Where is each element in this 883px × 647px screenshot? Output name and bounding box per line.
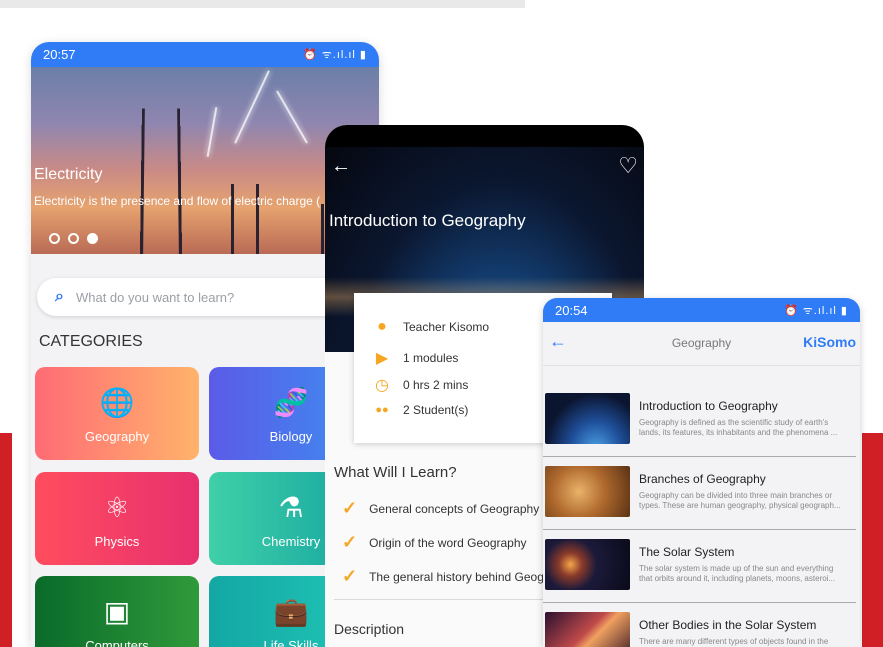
search-placeholder: What do you want to learn?: [75, 289, 235, 305]
topic-list-item[interactable]: Other Bodies in the Solar System There a…: [543, 610, 856, 647]
teacher-name: Teacher Kisomo: [403, 320, 490, 334]
lightning-bolt: [234, 70, 270, 144]
status-time: 20:57: [43, 47, 76, 62]
carousel-dot-active[interactable]: [87, 233, 98, 244]
lightning-bolt: [206, 107, 218, 157]
topic-list-item[interactable]: The Solar System The solar system is mad…: [543, 537, 856, 603]
topic-thumbnail: [545, 612, 630, 647]
status-icons: ⏰ ᯤ.ıl.ıl ▮: [302, 49, 367, 61]
category-label: Geography: [84, 429, 150, 444]
topic-title: Introduction to Geography: [639, 399, 778, 413]
duration-text: 0 hrs 2 mins: [403, 378, 469, 392]
atom-icon: ⚛: [104, 492, 130, 523]
topic-description: Geography can be divided into three main…: [639, 491, 841, 510]
check-icon: ✓: [342, 532, 358, 552]
learn-heading: What Will I Learn?: [334, 464, 457, 481]
course-title: Introduction to Geography: [329, 211, 526, 230]
clock-icon: ◷: [375, 377, 389, 394]
status-time: 20:54: [555, 302, 588, 318]
back-arrow-icon[interactable]: ←: [331, 155, 351, 178]
search-icon: ⌕: [55, 288, 64, 305]
modules-row: ▶ 1 modules: [373, 348, 459, 368]
topic-title: The Solar System: [639, 545, 735, 559]
divider: [543, 456, 856, 457]
learn-item-text: General concepts of Geography: [369, 501, 540, 516]
learn-item: ✓ Origin of the word Geography: [342, 532, 527, 553]
topic-description: The solar system is made up of the sun a…: [639, 564, 836, 583]
learn-item: ✓ The general history behind Geogra: [342, 566, 555, 587]
topic-description: There are many different types of object…: [639, 637, 829, 646]
screenshot-stage: 20:57 ⏰ ᯤ.ıl.ıl ▮ Electricity Electricit…: [0, 0, 883, 647]
category-label: Physics: [94, 534, 140, 549]
phone-topic-list: 20:54 ⏰ ᯤ.ıl.ıl ▮ ← Geography KiSomo Int…: [543, 298, 860, 647]
play-icon: ▶: [375, 350, 389, 367]
status-bar: 20:54 ⏰ ᯤ.ıl.ıl ▮: [543, 298, 860, 322]
people-icon: ●●: [375, 404, 389, 416]
red-background-left: [0, 433, 12, 647]
kisomo-logo: KiSomo: [803, 334, 856, 350]
duration-row: ◷ 0 hrs 2 mins: [373, 375, 468, 395]
red-background-right: [862, 433, 883, 647]
category-label: Computers: [85, 638, 149, 647]
app-header: ← Geography KiSomo: [543, 322, 860, 366]
students-row: ●● 2 Student(s): [373, 403, 468, 417]
learn-item-text: The general history behind Geogra: [369, 569, 555, 584]
carousel-dot[interactable]: [49, 233, 60, 244]
learn-item-text: Origin of the word Geography: [369, 535, 527, 550]
phone-notch-bar: [325, 125, 644, 147]
lightning-bolt: [276, 90, 308, 144]
divider: [543, 529, 856, 530]
topic-description: Geography is defined as the scientific s…: [639, 418, 838, 437]
students-count: 2 Student(s): [403, 403, 469, 417]
top-gray-bar: [0, 0, 525, 8]
heart-icon[interactable]: ♡: [618, 153, 638, 179]
check-icon: ✓: [342, 498, 358, 518]
topic-thumbnail: [545, 539, 630, 590]
topic-title: Branches of Geography: [639, 472, 766, 486]
topic-thumbnail: [545, 466, 630, 517]
topic-thumbnail: [545, 393, 630, 444]
modules-count: 1 modules: [403, 351, 459, 365]
teacher-row: ● Teacher Kisomo: [373, 318, 489, 336]
category-physics[interactable]: ⚛ Physics: [35, 472, 199, 565]
learn-item: ✓ General concepts of Geography: [342, 498, 539, 519]
category-computers[interactable]: ▣ Computers: [35, 576, 199, 647]
topic-list-item[interactable]: Branches of Geography Geography can be d…: [543, 464, 856, 530]
search-input[interactable]: ⌕ What do you want to learn?: [37, 278, 347, 316]
topic-title: Other Bodies in the Solar System: [639, 618, 817, 632]
category-geography[interactable]: 🌐 Geography: [35, 367, 199, 460]
description-heading: Description: [334, 621, 405, 637]
carousel-subtitle: Electricity is the presence and flow of …: [34, 194, 321, 208]
status-icons: ⏰ ᯤ.ıl.ıl ▮: [783, 304, 848, 317]
divider: [543, 602, 856, 603]
person-icon: ●: [377, 318, 387, 335]
globe-icon: 🌐: [99, 387, 135, 418]
power-tower: [139, 108, 183, 254]
carousel-dot[interactable]: [68, 233, 79, 244]
topic-list-item[interactable]: Introduction to Geography Geography is d…: [543, 391, 856, 457]
check-icon: ✓: [342, 566, 358, 586]
carousel-title: Electricity: [34, 166, 103, 183]
carousel-indicator[interactable]: [49, 233, 98, 244]
categories-heading: CATEGORIES: [39, 333, 143, 350]
status-bar: 20:57 ⏰ ᯤ.ıl.ıl ▮: [31, 42, 379, 67]
chip-icon: ▣: [103, 596, 131, 627]
